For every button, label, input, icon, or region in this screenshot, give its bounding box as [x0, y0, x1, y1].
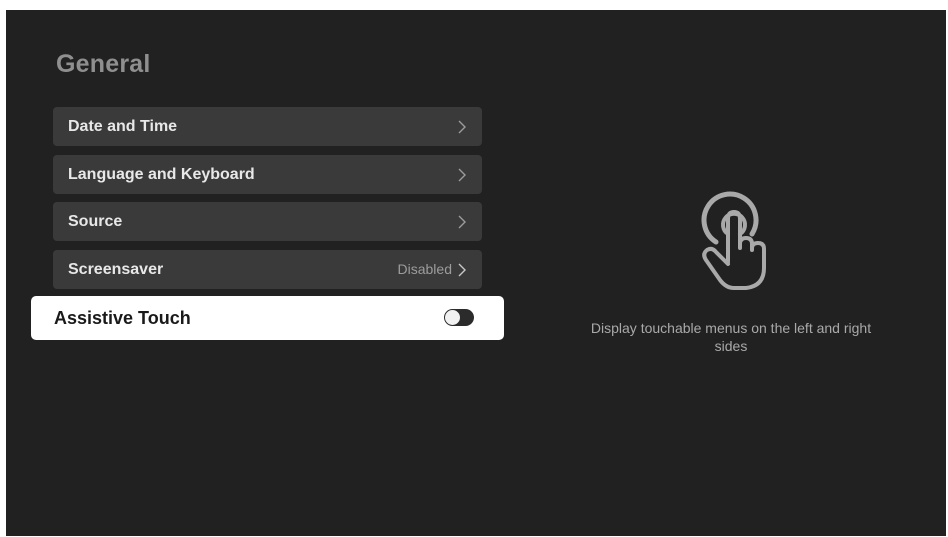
menu-item-source[interactable]: Source: [53, 202, 482, 241]
chevron-right-icon: [458, 215, 466, 229]
toggle-knob: [445, 310, 460, 325]
page-title: General: [56, 50, 151, 78]
menu-item-screensaver[interactable]: Screensaver Disabled: [53, 250, 482, 289]
detail-description: Display touchable menus on the left and …: [590, 320, 872, 354]
menu-item-label: Language and Keyboard: [68, 166, 255, 183]
assistive-touch-toggle[interactable]: [444, 309, 474, 326]
chevron-right-icon: [458, 168, 466, 182]
menu-item-label: Screensaver: [68, 261, 164, 278]
menu-item-label: Source: [68, 213, 123, 230]
menu-item-assistive-touch[interactable]: Assistive Touch: [31, 296, 504, 340]
menu-item-label: Assistive Touch: [54, 308, 191, 328]
menu-item-date-and-time[interactable]: Date and Time: [53, 107, 482, 146]
touch-hand-icon: [701, 191, 766, 290]
chevron-right-icon: [458, 263, 466, 277]
menu-item-label: Date and Time: [68, 118, 178, 135]
menu-item-language-and-keyboard[interactable]: Language and Keyboard: [53, 155, 482, 194]
menu-item-value: Disabled: [397, 261, 452, 277]
settings-screen: General Date and Time Language and Keybo…: [6, 10, 946, 536]
chevron-right-icon: [458, 120, 466, 134]
